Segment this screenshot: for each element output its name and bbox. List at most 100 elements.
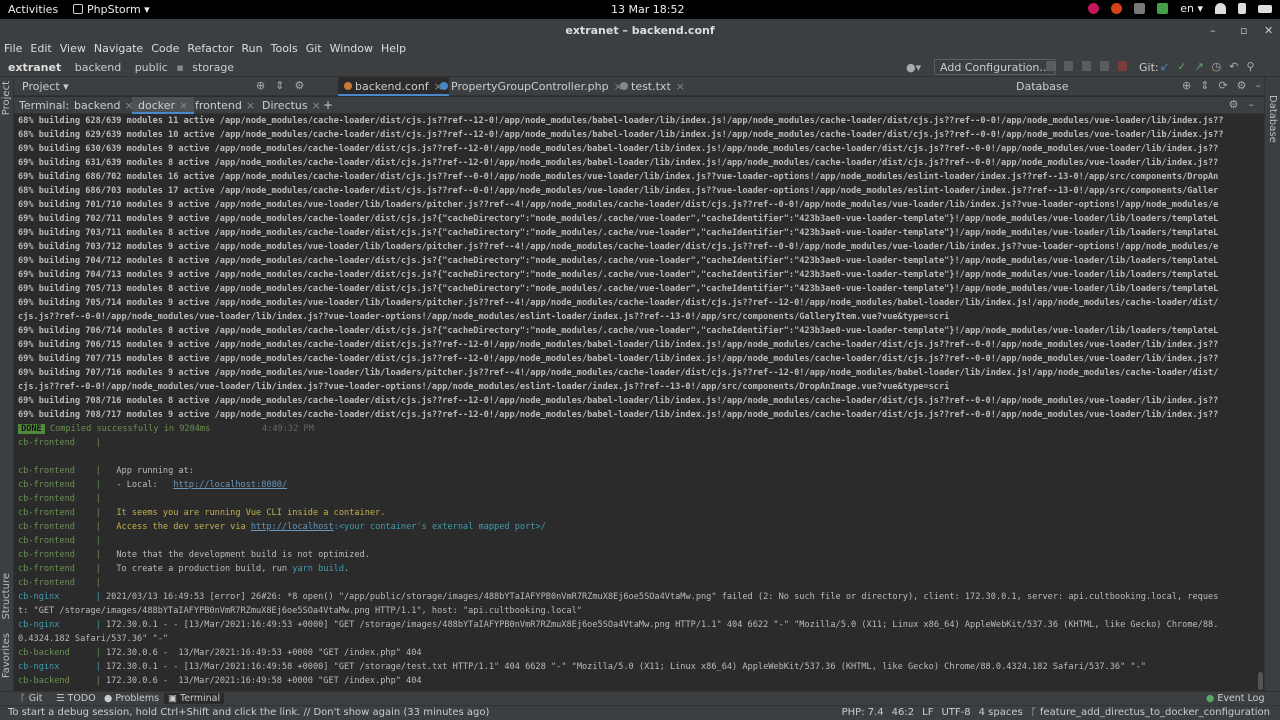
tray-clipboard-icon[interactable] — [1134, 3, 1146, 14]
collapse-icon[interactable]: ⇕ — [275, 79, 284, 92]
folder-icon: ▪ — [176, 61, 184, 74]
menu-view[interactable]: View — [60, 42, 86, 58]
menu-window[interactable]: Window — [330, 42, 373, 58]
commit-icon[interactable]: ✓ — [1177, 60, 1186, 73]
gear-icon[interactable]: ⚙ — [1229, 98, 1239, 111]
log-line: cb-nginx | 2021/03/13 16:49:53 [error] 2… — [18, 590, 1257, 604]
search-icon[interactable]: ⚲ — [1246, 60, 1254, 73]
app-running-text: App running at: — [116, 466, 194, 476]
menu-edit[interactable]: Edit — [30, 42, 51, 58]
locate-icon[interactable]: ⊕ — [1182, 79, 1191, 92]
app-menu[interactable]: PhpStorm ▾ — [73, 3, 150, 16]
terminal-tab-label: docker — [138, 99, 176, 112]
language-selector[interactable]: en ▾ — [1180, 2, 1203, 15]
menu-refactor[interactable]: Refactor — [187, 42, 233, 58]
tray-updates-icon[interactable] — [1157, 3, 1169, 14]
structure-tool-button[interactable]: Structure — [1, 573, 12, 620]
local-url-link[interactable]: http://localhost:8080/ — [173, 480, 287, 490]
project-view-selector[interactable]: Project ▾ — [22, 80, 69, 93]
php-version[interactable]: PHP: 7.4 — [842, 707, 884, 718]
favorites-tool-button[interactable]: Favorites — [1, 633, 12, 678]
terminal-scrollbar[interactable] — [1257, 114, 1264, 691]
git-branch[interactable]: ᚴ feature_add_directus_to_docker_configu… — [1031, 707, 1270, 718]
wifi-icon[interactable] — [1215, 3, 1226, 14]
refresh-icon[interactable]: ⟳ — [1218, 79, 1227, 92]
coverage-icon[interactable] — [1082, 61, 1091, 71]
pipe: | — [95, 550, 101, 560]
hide-icon[interactable]: – — [1249, 98, 1255, 111]
close-icon[interactable]: ✕ — [1264, 19, 1273, 42]
editor-tab[interactable]: backend.conf × — [338, 77, 449, 96]
add-configuration-button[interactable]: Add Configuration... — [934, 59, 1056, 75]
user-icon[interactable]: ●▾ — [906, 61, 921, 74]
breadcrumb-folder[interactable]: public — [135, 61, 168, 74]
problems-icon: ● — [104, 693, 116, 704]
close-icon[interactable]: × — [676, 80, 685, 93]
close-icon[interactable]: × — [312, 99, 321, 112]
profile-icon[interactable] — [1100, 61, 1109, 71]
debug-icon[interactable] — [1064, 61, 1073, 71]
log-text: 172.30.0.6 - 13/Mar/2021:16:49:53 +0000 … — [106, 648, 422, 658]
frontend-line: cb-frontend | — [18, 576, 1257, 590]
terminal-tool-button[interactable]: ▣ Terminal — [164, 693, 225, 704]
breadcrumb-folder[interactable]: storage — [192, 61, 234, 74]
menu-run[interactable]: Run — [242, 42, 263, 58]
cursor-position[interactable]: 46:2 — [892, 707, 914, 718]
terminal-tab-docker[interactable]: docker × — [132, 97, 195, 114]
terminal-tab-directus[interactable]: Directus × — [256, 97, 327, 114]
menu-file[interactable]: File — [4, 42, 22, 58]
menu-help[interactable]: Help — [381, 42, 406, 58]
editor-tab[interactable]: test.txt × — [614, 77, 691, 96]
access-url-link[interactable]: http://localhost — [251, 522, 334, 532]
push-icon[interactable]: ↗ — [1194, 60, 1203, 73]
hide-icon[interactable]: – — [1256, 79, 1262, 92]
history-icon[interactable]: ◷ — [1212, 60, 1222, 73]
minimize-icon[interactable]: – — [1210, 19, 1216, 42]
scrollbar-thumb[interactable] — [1258, 672, 1263, 690]
system-tray: en ▾ — [1088, 2, 1272, 15]
todo-tool-button[interactable]: ☰ TODO — [56, 693, 96, 704]
frontend-line: cb-frontend | Note that the development … — [18, 548, 1257, 562]
project-tool-button[interactable]: Project — [1, 81, 12, 115]
gear-icon[interactable]: ⚙ — [294, 79, 304, 92]
run-toolbar — [1046, 61, 1127, 71]
clock[interactable]: 13 Mar 18:52 — [611, 3, 684, 16]
terminal-output[interactable]: 68% building 628/639 modules 11 active /… — [14, 114, 1257, 691]
status-message[interactable]: To start a debug session, hold Ctrl+Shif… — [8, 707, 489, 718]
tray-app-icon[interactable] — [1088, 3, 1100, 14]
close-icon[interactable]: × — [179, 99, 188, 112]
indentation[interactable]: 4 spaces — [979, 707, 1023, 718]
update-project-icon[interactable]: ↙ — [1160, 60, 1169, 73]
battery-icon[interactable] — [1258, 4, 1272, 13]
new-terminal-button[interactable]: + — [323, 98, 333, 112]
locate-icon[interactable]: ⊕ — [256, 79, 265, 92]
menu-git[interactable]: Git — [306, 42, 322, 58]
log-text: 172.30.0.1 - - [13/Mar/2021:16:49:58 +00… — [106, 662, 1146, 672]
close-icon[interactable]: × — [246, 99, 255, 112]
activities-button[interactable]: Activities — [8, 3, 58, 16]
git-tool-button[interactable]: ᚴ Git — [20, 693, 42, 704]
line-ending[interactable]: LF — [922, 707, 933, 718]
terminal-tab-backend[interactable]: backend × — [68, 97, 140, 114]
volume-icon[interactable] — [1238, 3, 1246, 14]
database-tool-button[interactable]: Database — [1267, 95, 1278, 143]
restore-icon[interactable]: ▫ — [1240, 19, 1247, 42]
run-icon[interactable] — [1046, 61, 1055, 71]
breadcrumb-folder[interactable]: backend — [75, 61, 121, 74]
file-encoding[interactable]: UTF-8 — [941, 707, 970, 718]
event-log-button[interactable]: ● Event Log — [1206, 693, 1265, 704]
log-line: cb-backend | 172.30.0.6 - 13/Mar/2021:16… — [18, 674, 1257, 688]
terminal-tab-frontend[interactable]: frontend × — [189, 97, 261, 114]
stop-icon[interactable] — [1118, 61, 1127, 71]
menu-tools[interactable]: Tools — [271, 42, 298, 58]
menu-code[interactable]: Code — [151, 42, 179, 58]
gear-icon[interactable]: ⚙ — [1237, 79, 1247, 92]
breadcrumb-project[interactable]: extranet — [8, 61, 61, 74]
collapse-icon[interactable]: ⇕ — [1200, 79, 1209, 92]
tray-media-icon[interactable] — [1111, 3, 1123, 14]
rollback-icon[interactable]: ↶ — [1229, 60, 1238, 73]
editor-tab[interactable]: PropertyGroupController.php × — [434, 77, 629, 96]
window-title-bar: extranet – backend.conf – ▫ ✕ — [0, 19, 1280, 42]
menu-navigate[interactable]: Navigate — [94, 42, 143, 58]
problems-tool-button[interactable]: ● Problems — [104, 693, 159, 704]
